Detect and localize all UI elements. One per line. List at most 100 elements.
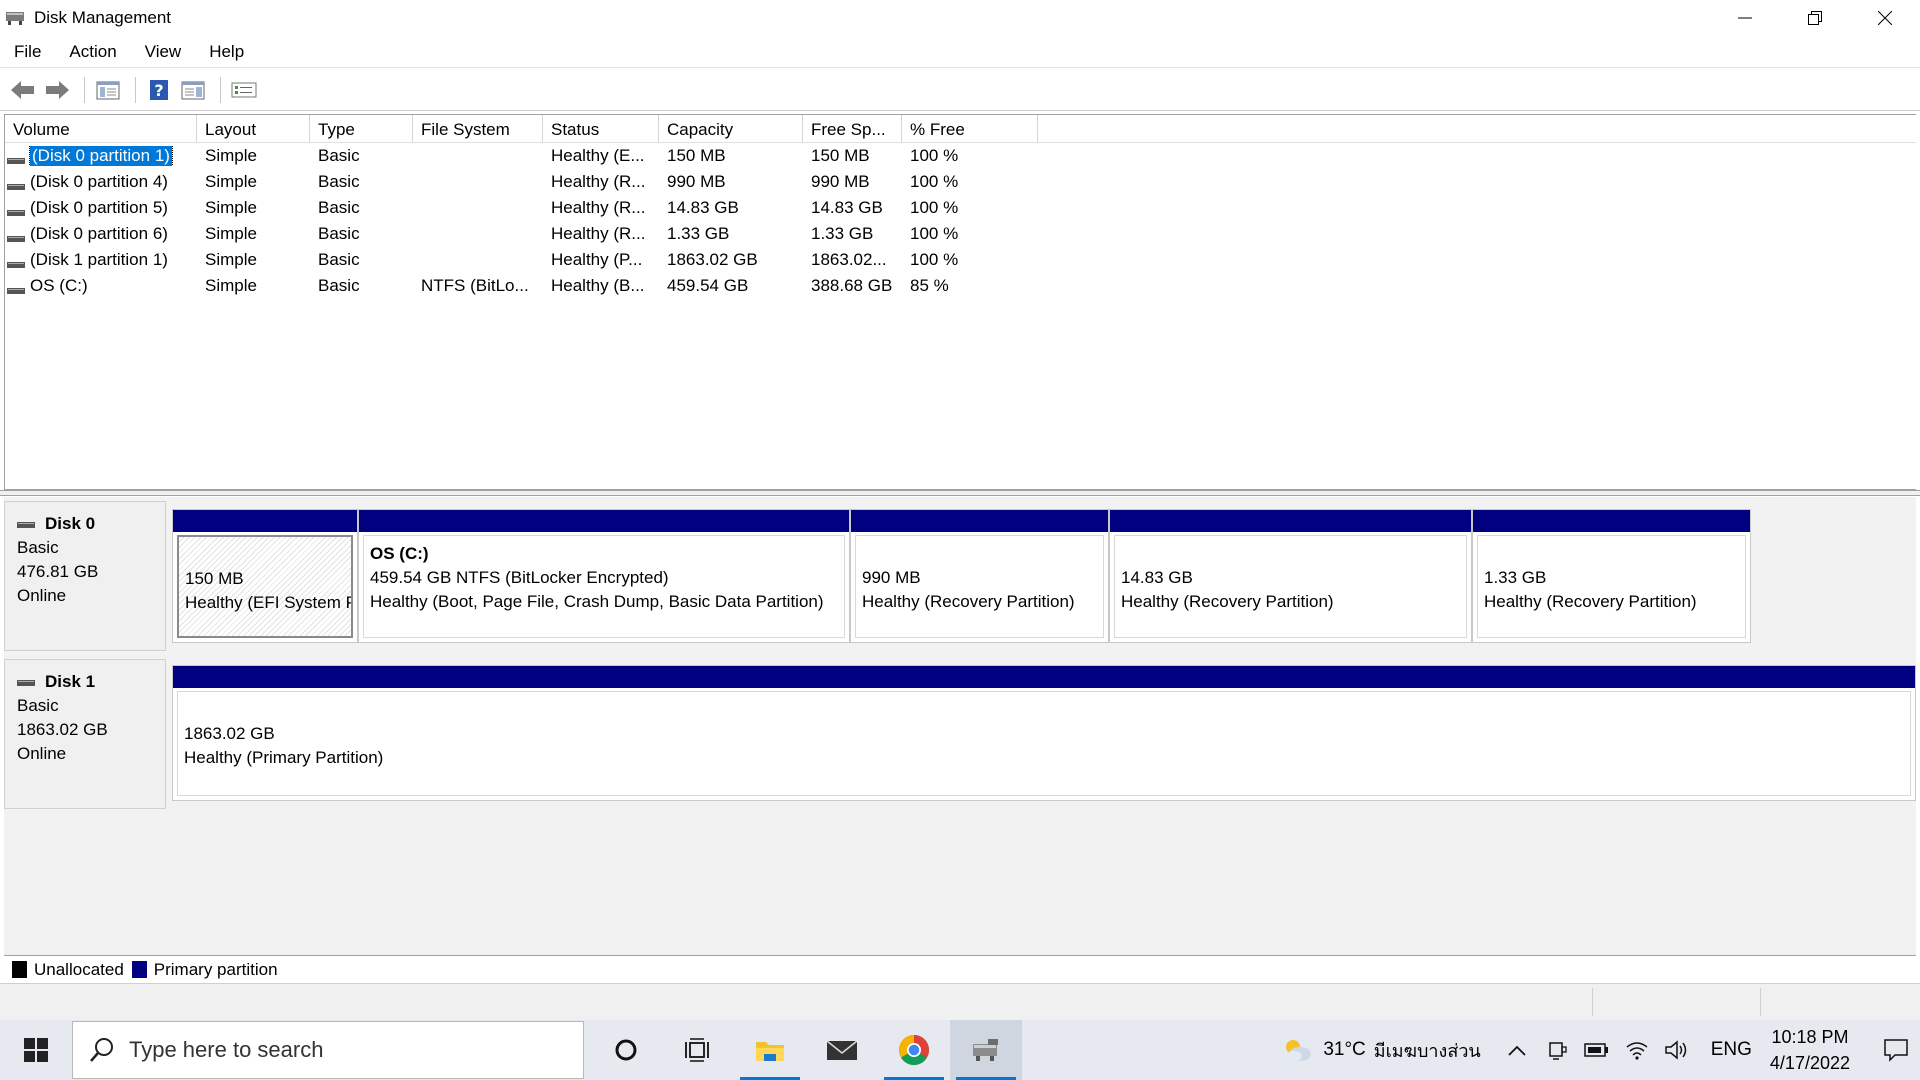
column-header-free-space[interactable]: Free Sp... — [803, 115, 902, 142]
speaker-icon — [1664, 1040, 1686, 1060]
menu-action[interactable]: Action — [55, 42, 130, 62]
disk-0-label[interactable]: Disk 0 Basic 476.81 GB Online — [4, 501, 166, 651]
partition-body: 150 MB Healthy (EFI System P — [177, 535, 353, 638]
partly-cloudy-icon — [1286, 1040, 1312, 1061]
battery-button[interactable] — [1583, 1036, 1611, 1064]
cell-volume: (Disk 0 partition 1) — [5, 146, 197, 166]
cell-status: Healthy (R... — [551, 198, 646, 217]
task-view-button[interactable] — [662, 1020, 734, 1080]
menu-bar: File Action View Help — [0, 36, 1920, 68]
input-language-indicator[interactable]: ENG — [1711, 1039, 1752, 1061]
cell-layout: Simple — [205, 172, 257, 191]
minimize-icon — [1738, 17, 1752, 19]
partition-size: 1.33 GB — [1484, 568, 1547, 587]
close-button[interactable] — [1850, 0, 1920, 36]
column-header-percent-free[interactable]: % Free — [902, 115, 1038, 142]
column-header-layout[interactable]: Layout — [197, 115, 310, 142]
column-header-status[interactable]: Status — [543, 115, 659, 142]
volume-button[interactable] — [1663, 1036, 1691, 1064]
partition-disk0-os[interactable]: OS (C:) 459.54 GB NTFS (BitLocker Encryp… — [358, 509, 850, 643]
volume-row[interactable]: (Disk 0 partition 1) Simple Basic Healthy (… — [5, 143, 1916, 169]
cell-layout: Simple — [205, 276, 257, 295]
partition-disk0-recovery-1[interactable]: 990 MB Healthy (Recovery Partition) — [850, 509, 1109, 643]
properties-view-button[interactable] — [178, 75, 208, 105]
volume-row[interactable]: (Disk 0 partition 5) Simple Basic Healthy (… — [5, 195, 1916, 221]
action-center-button[interactable] — [1872, 1020, 1920, 1080]
legend-swatch-primary — [131, 961, 147, 978]
pane-splitter[interactable] — [0, 490, 1920, 496]
cortana-button[interactable] — [590, 1020, 662, 1080]
svg-text:?: ? — [154, 81, 163, 100]
partition-status: Healthy (Recovery Partition) — [862, 592, 1075, 611]
disk-1-type: Basic — [17, 696, 59, 715]
clock[interactable]: 10:18 PM 4/17/2022 — [1770, 1024, 1850, 1076]
legend-label: Unallocated — [34, 959, 124, 979]
clock-time: 10:18 PM — [1771, 1027, 1849, 1047]
back-button[interactable] — [8, 75, 38, 105]
file-explorer-button[interactable] — [734, 1020, 806, 1080]
console-tree-icon — [96, 81, 120, 99]
cell-status: Healthy (P... — [551, 250, 643, 269]
forward-button[interactable] — [42, 75, 72, 105]
partition-disk0-recovery-2[interactable]: 14.83 GB Healthy (Recovery Partition) — [1109, 509, 1472, 643]
restore-icon — [1808, 11, 1822, 25]
system-tray: 31°C มีเมฆบางส่วน ENG 10:18 PM 4/17/2022 — [1281, 1020, 1920, 1080]
partition-status: Healthy (Recovery Partition) — [1121, 592, 1334, 611]
meet-now-button[interactable] — [1543, 1036, 1571, 1064]
disk-1-state: Online — [17, 744, 67, 763]
help-button[interactable]: ? — [144, 75, 174, 105]
partition-title — [184, 698, 1910, 722]
mail-button[interactable] — [806, 1020, 878, 1080]
partition-title: OS (C:) — [370, 544, 429, 563]
menu-view[interactable]: View — [131, 42, 196, 62]
volume-icon — [7, 177, 25, 190]
weather-widget[interactable]: 31°C มีเมฆบางส่วน — [1281, 1036, 1481, 1065]
volume-rows: (Disk 0 partition 1) Simple Basic Healthy (… — [5, 143, 1916, 299]
chrome-button[interactable] — [878, 1020, 950, 1080]
volume-icon — [7, 281, 25, 294]
taskbar-search-box[interactable]: Type here to search — [72, 1021, 584, 1079]
disk-0-size: 476.81 GB — [17, 562, 99, 581]
volume-row[interactable]: (Disk 1 partition 1) Simple Basic Healthy (… — [5, 247, 1916, 273]
disk-management-icon — [973, 1039, 998, 1061]
volume-row[interactable]: (Disk 0 partition 4) Simple Basic Healthy (… — [5, 169, 1916, 195]
show-hide-console-tree-button[interactable] — [93, 75, 123, 105]
settings-list-button[interactable] — [229, 75, 259, 105]
cell-capacity: 150 MB — [667, 146, 726, 165]
column-header-type[interactable]: Type — [310, 115, 413, 142]
column-header-capacity[interactable]: Capacity — [659, 115, 803, 142]
disk-management-taskbar-button[interactable] — [950, 1020, 1022, 1080]
menu-help[interactable]: Help — [195, 42, 258, 62]
volume-name: OS (C:) — [30, 276, 88, 295]
minimize-button[interactable] — [1710, 0, 1780, 36]
weather-temperature: 31°C — [1323, 1039, 1366, 1060]
show-hidden-icons-button[interactable] — [1503, 1036, 1531, 1064]
column-header-file-system[interactable]: File System — [413, 115, 543, 142]
partition-status: Healthy (Boot, Page File, Crash Dump, Ba… — [370, 592, 824, 611]
volume-name: (Disk 1 partition 1) — [30, 250, 168, 269]
partition-disk0-recovery-3[interactable]: 1.33 GB Healthy (Recovery Partition) — [1472, 509, 1751, 643]
menu-file[interactable]: File — [0, 42, 55, 62]
disk-1-row: Disk 1 Basic 1863.02 GB Online 1863.02 G… — [4, 659, 1916, 809]
partition-size: 1863.02 GB — [184, 724, 275, 743]
network-button[interactable] — [1623, 1036, 1651, 1064]
partition-disk1-primary[interactable]: 1863.02 GB Healthy (Primary Partition) — [172, 665, 1916, 801]
partition-color-bar — [173, 666, 1915, 688]
toolbar-separator — [220, 76, 221, 103]
cell-type: Basic — [318, 276, 360, 295]
disk-1-label[interactable]: Disk 1 Basic 1863.02 GB Online — [4, 659, 166, 809]
title-bar: Disk Management — [0, 0, 1920, 36]
cell-volume: (Disk 1 partition 1) — [5, 250, 197, 270]
cell-status: Healthy (R... — [551, 224, 646, 243]
partition-size: 990 MB — [862, 568, 921, 587]
legend-bar: Unallocated Primary partition — [4, 955, 1916, 983]
partition-disk0-efi[interactable]: 150 MB Healthy (EFI System P — [172, 509, 358, 643]
start-button[interactable] — [0, 1020, 72, 1080]
partition-status: Healthy (Recovery Partition) — [1484, 592, 1697, 611]
volume-name: (Disk 0 partition 4) — [30, 172, 168, 191]
column-header-volume[interactable]: Volume — [5, 115, 197, 142]
restore-button[interactable] — [1780, 0, 1850, 36]
volume-row[interactable]: OS (C:) Simple Basic NTFS (BitLo... Healthy … — [5, 273, 1916, 299]
volume-list: Volume Layout Type File System Status Ca… — [4, 114, 1916, 490]
volume-row[interactable]: (Disk 0 partition 6) Simple Basic Healthy (… — [5, 221, 1916, 247]
